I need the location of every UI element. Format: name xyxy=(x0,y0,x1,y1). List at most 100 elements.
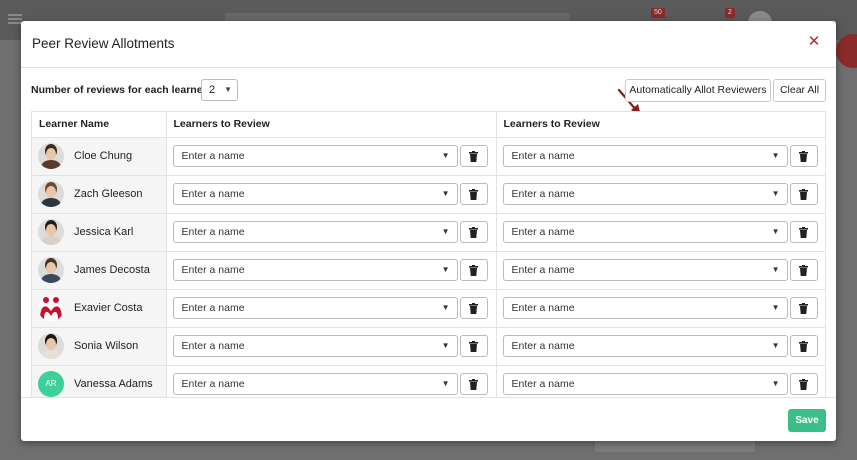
caret-down-icon: ▼ xyxy=(441,379,450,388)
reviews-per-learner-value: 2 xyxy=(209,84,216,96)
learner-name: Exavier Costa xyxy=(74,302,143,314)
learner-name: Cloe Chung xyxy=(74,150,133,162)
reviewer-select-placeholder: Enter a name xyxy=(181,302,245,314)
reviews-per-learner-label: Number of reviews for each learner xyxy=(31,84,207,96)
reviewer-select[interactable]: Enter a name ▼ xyxy=(172,183,458,205)
delete-button[interactable] xyxy=(789,335,818,357)
caret-down-icon: ▼ xyxy=(771,189,780,198)
reviewer-select[interactable]: Enter a name ▼ xyxy=(502,297,788,319)
learner-cell: Zach Gleeson xyxy=(32,175,167,214)
reviewer-select[interactable]: Enter a name ▼ xyxy=(502,373,788,395)
caret-down-icon: ▼ xyxy=(771,265,780,274)
reviews-per-learner-select[interactable]: 2 ▼ xyxy=(201,79,238,101)
learner-name: Zach Gleeson xyxy=(74,188,143,200)
delete-button[interactable] xyxy=(459,259,488,281)
caret-down-icon: ▼ xyxy=(441,189,450,198)
table-body: Cloe Chung Enter a name ▼ Enter a name ▼… xyxy=(32,137,825,397)
background-content xyxy=(595,440,755,452)
learner-name: Jessica Karl xyxy=(74,226,134,238)
caret-down-icon: ▼ xyxy=(441,341,450,350)
trash-icon xyxy=(799,226,808,238)
reviewer-cell: Enter a name ▼ xyxy=(166,175,497,214)
reviewer-select[interactable]: Enter a name ▼ xyxy=(172,373,458,395)
learner-cell: Exavier Costa xyxy=(32,289,167,328)
reviewer-select[interactable]: Enter a name ▼ xyxy=(172,221,458,243)
reviewer-select-placeholder: Enter a name xyxy=(511,302,575,314)
table-header-row: Learner Name Learners to Review Learners… xyxy=(32,112,825,138)
caret-down-icon: ▼ xyxy=(441,151,450,160)
trash-icon xyxy=(799,340,808,352)
logo-icon xyxy=(40,297,62,319)
floating-action-button xyxy=(836,34,857,68)
reviewer-cell: Enter a name ▼ xyxy=(496,175,825,214)
trash-icon xyxy=(799,302,808,314)
save-button[interactable]: Save xyxy=(788,409,826,432)
trash-icon xyxy=(469,188,478,200)
peer-review-modal: Peer Review Allotments ✕ Number of revie… xyxy=(21,21,836,441)
reviewer-cell: Enter a name ▼ xyxy=(166,289,497,328)
reviewer-cell: Enter a name ▼ xyxy=(166,365,497,397)
auto-allot-reviewers-button[interactable]: Automatically Allot Reviewers xyxy=(625,79,771,102)
delete-button[interactable] xyxy=(459,221,488,243)
caret-down-icon: ▼ xyxy=(441,303,450,312)
learner-name: Vanessa Adams xyxy=(74,378,153,390)
menu-icon xyxy=(8,14,22,24)
learner-cell: James Decosta xyxy=(32,251,167,290)
reviewer-cell: Enter a name ▼ xyxy=(496,365,825,397)
delete-button[interactable] xyxy=(459,335,488,357)
trash-icon xyxy=(799,150,808,162)
reviewer-select-placeholder: Enter a name xyxy=(181,264,245,276)
reviewer-select-placeholder: Enter a name xyxy=(181,188,245,200)
trash-icon xyxy=(799,188,808,200)
table-row: Zach Gleeson Enter a name ▼ Enter a name… xyxy=(32,175,825,214)
delete-button[interactable] xyxy=(789,259,818,281)
modal-header: Peer Review Allotments ✕ xyxy=(21,21,836,68)
reviewer-select[interactable]: Enter a name ▼ xyxy=(502,221,788,243)
delete-button[interactable] xyxy=(459,297,488,319)
learner-name: James Decosta xyxy=(74,264,150,276)
modal-footer: Save xyxy=(21,397,836,441)
allotment-table-scroll[interactable]: Learner Name Learners to Review Learners… xyxy=(31,111,826,398)
reviewer-select-placeholder: Enter a name xyxy=(511,226,575,238)
reviewer-select[interactable]: Enter a name ▼ xyxy=(502,145,788,167)
reviewer-select-placeholder: Enter a name xyxy=(181,378,245,390)
reviewer-cell: Enter a name ▼ xyxy=(496,251,825,290)
delete-button[interactable] xyxy=(789,221,818,243)
delete-button[interactable] xyxy=(789,145,818,167)
reviewer-select[interactable]: Enter a name ▼ xyxy=(172,335,458,357)
reviewer-select-placeholder: Enter a name xyxy=(181,340,245,352)
reviewer-select[interactable]: Enter a name ▼ xyxy=(502,183,788,205)
caret-down-icon: ▼ xyxy=(771,341,780,350)
reviewer-select[interactable]: Enter a name ▼ xyxy=(502,259,788,281)
reviewer-cell: Enter a name ▼ xyxy=(496,213,825,252)
caret-down-icon: ▼ xyxy=(441,265,450,274)
reviewer-select[interactable]: Enter a name ▼ xyxy=(172,145,458,167)
reviewer-select-placeholder: Enter a name xyxy=(511,340,575,352)
notification-badge: 2 xyxy=(725,8,735,18)
reviewer-select-placeholder: Enter a name xyxy=(511,150,575,162)
delete-button[interactable] xyxy=(789,183,818,205)
reviewer-select[interactable]: Enter a name ▼ xyxy=(172,297,458,319)
reviewer-select-placeholder: Enter a name xyxy=(511,264,575,276)
trash-icon xyxy=(799,378,808,390)
learner-avatar xyxy=(38,257,64,283)
reviewer-cell: Enter a name ▼ xyxy=(166,327,497,366)
delete-button[interactable] xyxy=(459,145,488,167)
delete-button[interactable] xyxy=(789,297,818,319)
reviewer-cell: Enter a name ▼ xyxy=(166,137,497,176)
caret-down-icon: ▼ xyxy=(771,227,780,236)
trash-icon xyxy=(469,264,478,276)
reviewer-select[interactable]: Enter a name ▼ xyxy=(502,335,788,357)
table-row: Cloe Chung Enter a name ▼ Enter a name ▼ xyxy=(32,137,825,176)
delete-button[interactable] xyxy=(789,373,818,395)
clear-all-button[interactable]: Clear All xyxy=(773,79,826,102)
learner-cell: AR Vanessa Adams xyxy=(32,365,167,397)
table-row: James Decosta Enter a name ▼ Enter a nam… xyxy=(32,251,825,290)
close-icon[interactable]: ✕ xyxy=(806,34,822,50)
reviewer-select[interactable]: Enter a name ▼ xyxy=(172,259,458,281)
reviewer-cell: Enter a name ▼ xyxy=(166,251,497,290)
delete-button[interactable] xyxy=(459,183,488,205)
learner-avatar xyxy=(38,333,64,359)
delete-button[interactable] xyxy=(459,373,488,395)
learner-cell: Sonia Wilson xyxy=(32,327,167,366)
